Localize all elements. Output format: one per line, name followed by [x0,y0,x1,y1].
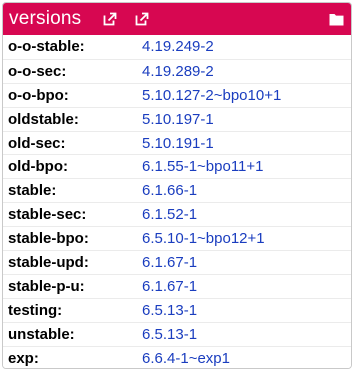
version-link[interactable]: 6.1.52-1 [142,206,197,223]
table-row: unstable: 6.5.13-1 [3,321,351,346]
table-row: oldstable: 5.10.197-1 [3,106,351,131]
external-link-icon[interactable] [135,12,149,26]
version-link[interactable]: 4.19.249-2 [142,38,214,55]
table-row: stable-upd: 6.1.67-1 [3,250,351,274]
folder-icon[interactable] [329,13,344,26]
version-link[interactable]: 6.5.10-1~bpo12+1 [142,230,265,247]
suite-label: oldstable: [8,110,79,128]
suite-label: stable-p-u: [8,277,85,295]
version-link[interactable]: 6.1.67-1 [142,254,197,271]
panel-title: versions [9,8,82,29]
table-row: stable-sec: 6.1.52-1 [3,202,351,227]
suite-label: stable-upd: [8,253,89,271]
table-row: old-bpo: 6.1.55-1~bpo11+1 [3,154,351,179]
suite-label: stable-bpo: [8,230,89,248]
table-row: o-o-stable: 4.19.249-2 [3,35,351,59]
version-link[interactable]: 6.5.13-1 [142,326,197,343]
versions-panel: versions o-o-stable: 4.19.249-2 o-o-sec: 4.… [2,2,352,369]
suite-label: exp: [8,349,39,367]
version-link[interactable]: 4.19.289-2 [142,63,214,80]
table-row: stable-bpo: 6.5.10-1~bpo12+1 [3,226,351,250]
suite-label: old-sec: [8,134,66,152]
suite-label: unstable: [8,325,75,343]
table-row: stable: 6.1.66-1 [3,178,351,202]
version-link[interactable]: 6.5.13-1 [142,302,197,319]
suite-label: testing: [8,301,63,319]
version-link[interactable]: 5.10.127-2~bpo10+1 [142,87,281,104]
version-link[interactable]: 5.10.197-1 [142,111,214,128]
table-row: stable-p-u: 6.1.67-1 [3,273,351,298]
suite-label: o-o-stable: [8,38,85,56]
table-row: o-o-bpo: 5.10.127-2~bpo10+1 [3,82,351,107]
suite-label: stable: [8,182,57,200]
version-link[interactable]: 6.6.4-1~exp1 [142,350,230,367]
version-link[interactable]: 6.1.66-1 [142,182,197,199]
suite-label: stable-sec: [8,206,87,224]
suite-label: old-bpo: [8,158,68,176]
version-link[interactable]: 5.10.191-1 [142,135,214,152]
panel-header: versions [3,3,351,35]
table-row: exp: 6.6.4-1~exp1 [3,345,351,368]
table-row: o-o-sec: 4.19.289-2 [3,58,351,83]
versions-table: o-o-stable: 4.19.249-2 o-o-sec: 4.19.289-2 o… [3,35,351,368]
table-row: testing: 6.5.13-1 [3,297,351,322]
version-link[interactable]: 6.1.55-1~bpo11+1 [142,158,264,175]
table-row: old-sec: 5.10.191-1 [3,130,351,155]
version-link[interactable]: 6.1.67-1 [142,278,197,295]
suite-label: o-o-sec: [8,62,67,80]
external-link-icon[interactable] [103,12,117,26]
suite-label: o-o-bpo: [8,86,69,104]
